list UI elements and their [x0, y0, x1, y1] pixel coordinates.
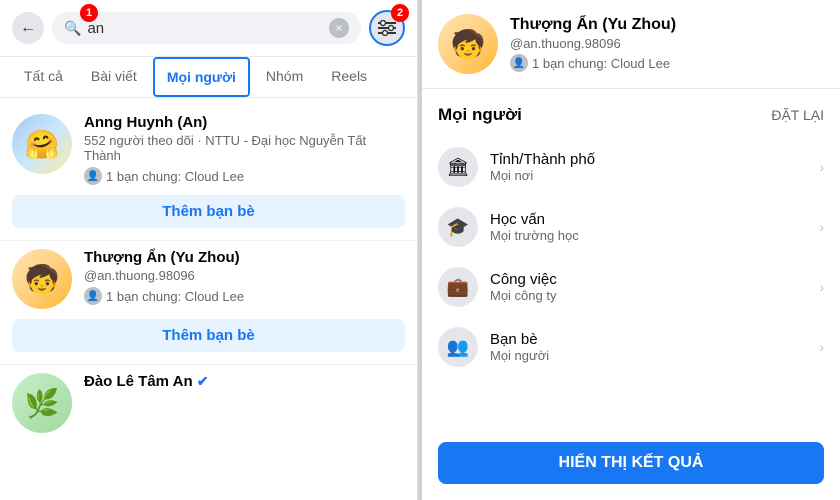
back-icon: ←	[20, 19, 36, 37]
user-sub-anng: 552 người theo dõi · NTTU - Đại học Nguy…	[84, 133, 405, 163]
filter-option-work[interactable]: 💼 Công việc Mọi công ty ›	[422, 257, 840, 317]
filter-value-city: Mọi nơi	[490, 168, 807, 183]
profile-avatar: 🧒	[438, 14, 498, 74]
filter-label-edu: Học vấn	[490, 211, 807, 228]
filter-text-friends: Bạn bè Mọi người	[490, 331, 807, 363]
avatar-emoji: 🤗	[25, 128, 60, 161]
filter-value-friends: Mọi người	[490, 348, 807, 363]
add-friend-button-anng[interactable]: Thêm bạn bè	[12, 195, 405, 228]
annotation-1: 1	[80, 4, 98, 22]
filter-option-friends[interactable]: 👥 Bạn bè Mọi người ›	[422, 317, 840, 377]
profile-handle: @an.thuong.98096	[510, 36, 824, 51]
filter-label-work: Công việc	[490, 271, 807, 288]
right-panel: 🧒 Thượng Ẩn (Yu Zhou) @an.thuong.98096 👤…	[422, 0, 840, 500]
search-input-wrapper: 🔍 ×	[52, 12, 361, 44]
mutual-icon: 👤	[84, 167, 102, 185]
filter-title: Mọi người	[438, 105, 522, 125]
filter-option-edu[interactable]: 🎓 Học vấn Mọi trường học ›	[422, 197, 840, 257]
filter-option-city[interactable]: 🏛 Tỉnh/Thành phố Mọi nơi ›	[422, 137, 840, 197]
tab-people[interactable]: Mọi người	[153, 57, 250, 97]
profile-preview: 🧒 Thượng Ẩn (Yu Zhou) @an.thuong.98096 👤…	[422, 0, 840, 89]
mutual-friends-thuong: 👤 1 bạn chung: Cloud Lee	[84, 287, 405, 305]
result-item-dao: 🌿 Đào Lê Tâm An ✔	[0, 365, 417, 445]
search-bar: 1 2 ← 🔍 ×	[0, 0, 417, 57]
chevron-right-icon: ›	[819, 159, 824, 175]
mutual-text-anng: 1 bạn chung: Cloud Lee	[106, 169, 244, 184]
result-info-row-dao: 🌿 Đào Lê Tâm An ✔	[12, 373, 405, 433]
user-sub-thuong: @an.thuong.98096	[84, 268, 405, 283]
avatar-anng: 🤗	[12, 114, 72, 174]
filter-label-friends: Bạn bè	[490, 331, 807, 348]
show-results-button[interactable]: HIỂN THỊ KẾT QUẢ	[438, 442, 824, 484]
user-name-dao: Đào Lê Tâm An ✔	[84, 373, 405, 390]
annotation-2: 2	[391, 4, 409, 22]
tab-all[interactable]: Tất cả	[12, 58, 75, 96]
filter-text-edu: Học vấn Mọi trường học	[490, 211, 807, 243]
profile-name: Thượng Ẩn (Yu Zhou)	[510, 16, 824, 34]
filter-text-work: Công việc Mọi công ty	[490, 271, 807, 303]
left-panel: 1 2 ← 🔍 × Tất cả Bài viết Mọi người Nhóm	[0, 0, 418, 500]
reset-button[interactable]: ĐẶT LẠI	[771, 107, 824, 123]
search-input[interactable]	[87, 20, 323, 37]
filter-icon-friends: 👥	[438, 327, 478, 367]
user-details-dao: Đào Lê Tâm An ✔	[84, 373, 405, 390]
result-item-thuong: 🧒 Thượng Ẩn (Yu Zhou) @an.thuong.98096 👤…	[0, 241, 417, 365]
results-list: 🤗 Anng Huynh (An) 552 người theo dõi · N…	[0, 98, 417, 500]
filter-icon	[378, 20, 396, 36]
profile-mutual-text: 1 bạn chung: Cloud Lee	[532, 56, 670, 71]
avatar-emoji-thuong: 🧒	[25, 263, 60, 296]
add-friend-button-thuong[interactable]: Thêm bạn bè	[12, 319, 405, 352]
filter-icon-work: 💼	[438, 267, 478, 307]
avatar-thuong: 🧒	[12, 249, 72, 309]
result-item-anng: 🤗 Anng Huynh (An) 552 người theo dõi · N…	[0, 106, 417, 241]
profile-mutual: 👤 1 bạn chung: Cloud Lee	[510, 54, 824, 72]
profile-avatar-emoji: 🧒	[451, 28, 486, 61]
filter-icon-city: 🏛	[438, 147, 478, 187]
filter-value-edu: Mọi trường học	[490, 228, 807, 243]
user-details-anng: Anng Huynh (An) 552 người theo dõi · NTT…	[84, 114, 405, 185]
tab-groups[interactable]: Nhóm	[254, 58, 315, 96]
tab-reels[interactable]: Reels	[319, 58, 379, 96]
profile-info: Thượng Ẩn (Yu Zhou) @an.thuong.98096 👤 1…	[510, 16, 824, 72]
chevron-right-icon-friends: ›	[819, 339, 824, 355]
chevron-right-icon-edu: ›	[819, 219, 824, 235]
user-name-thuong: Thượng Ẩn (Yu Zhou)	[84, 249, 405, 266]
clear-button[interactable]: ×	[329, 18, 349, 38]
result-info-row-thuong: 🧒 Thượng Ẩn (Yu Zhou) @an.thuong.98096 👤…	[12, 249, 405, 309]
back-button[interactable]: ←	[12, 12, 44, 44]
chevron-right-icon-work: ›	[819, 279, 824, 295]
filter-header: Mọi người ĐẶT LẠI	[422, 97, 840, 137]
avatar-emoji-dao: 🌿	[25, 387, 60, 420]
search-icon: 🔍	[64, 20, 81, 37]
mutual-icon-thuong: 👤	[84, 287, 102, 305]
user-details-thuong: Thượng Ẩn (Yu Zhou) @an.thuong.98096 👤 1…	[84, 249, 405, 305]
tab-posts[interactable]: Bài viết	[79, 58, 149, 96]
profile-mutual-icon: 👤	[510, 54, 528, 72]
filter-label-city: Tỉnh/Thành phố	[490, 151, 807, 168]
mutual-friends-anng: 👤 1 bạn chung: Cloud Lee	[84, 167, 405, 185]
filter-icon-edu: 🎓	[438, 207, 478, 247]
user-name-anng: Anng Huynh (An)	[84, 114, 405, 131]
tabs: Tất cả Bài viết Mọi người Nhóm Reels	[0, 57, 417, 98]
result-info-row: 🤗 Anng Huynh (An) 552 người theo dõi · N…	[12, 114, 405, 185]
mutual-text-thuong: 1 bạn chung: Cloud Lee	[106, 289, 244, 304]
verified-icon: ✔	[197, 373, 209, 389]
avatar-dao: 🌿	[12, 373, 72, 433]
filter-value-work: Mọi công ty	[490, 288, 807, 303]
filter-text-city: Tỉnh/Thành phố Mọi nơi	[490, 151, 807, 183]
filter-section: Mọi người ĐẶT LẠI 🏛 Tỉnh/Thành phố Mọi n…	[422, 89, 840, 434]
